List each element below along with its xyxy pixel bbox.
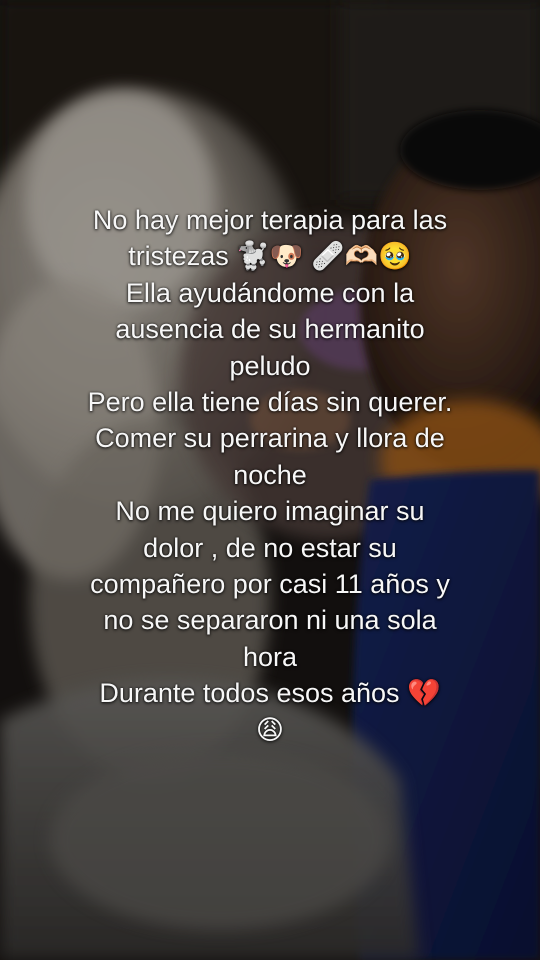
caption-line: no se separaron ni una sola xyxy=(103,605,437,636)
caption-line: 😩 xyxy=(255,714,285,745)
caption-line: hora xyxy=(242,641,298,672)
caption-line: compañero por casi 11 años y xyxy=(90,569,450,600)
caption-line: No hay mejor terapia para las xyxy=(92,205,448,235)
caption-line: Durante todos esos años 💔 xyxy=(99,678,441,709)
caption-line: No me quiero imaginar su xyxy=(115,496,425,527)
caption-line: ausencia de su hermanito xyxy=(115,314,425,345)
caption-line: tristezas 🐩🐶 🩹🫶🏻🥹 xyxy=(128,241,412,272)
caption-line: Pero ella tiene días sin querer. xyxy=(87,387,453,418)
story-frame: No hay mejor terapia para las tristezas … xyxy=(0,0,540,960)
caption-line: dolor , de no estar su xyxy=(143,532,397,563)
caption-line: Comer su perrarina y llora de xyxy=(95,423,445,454)
caption-line: noche xyxy=(233,459,307,490)
caption-line: peludo xyxy=(229,350,311,381)
caption-line: Ella ayudándome con la xyxy=(125,277,415,308)
caption-text: No hay mejor terapia para las tristezas … xyxy=(40,202,500,748)
